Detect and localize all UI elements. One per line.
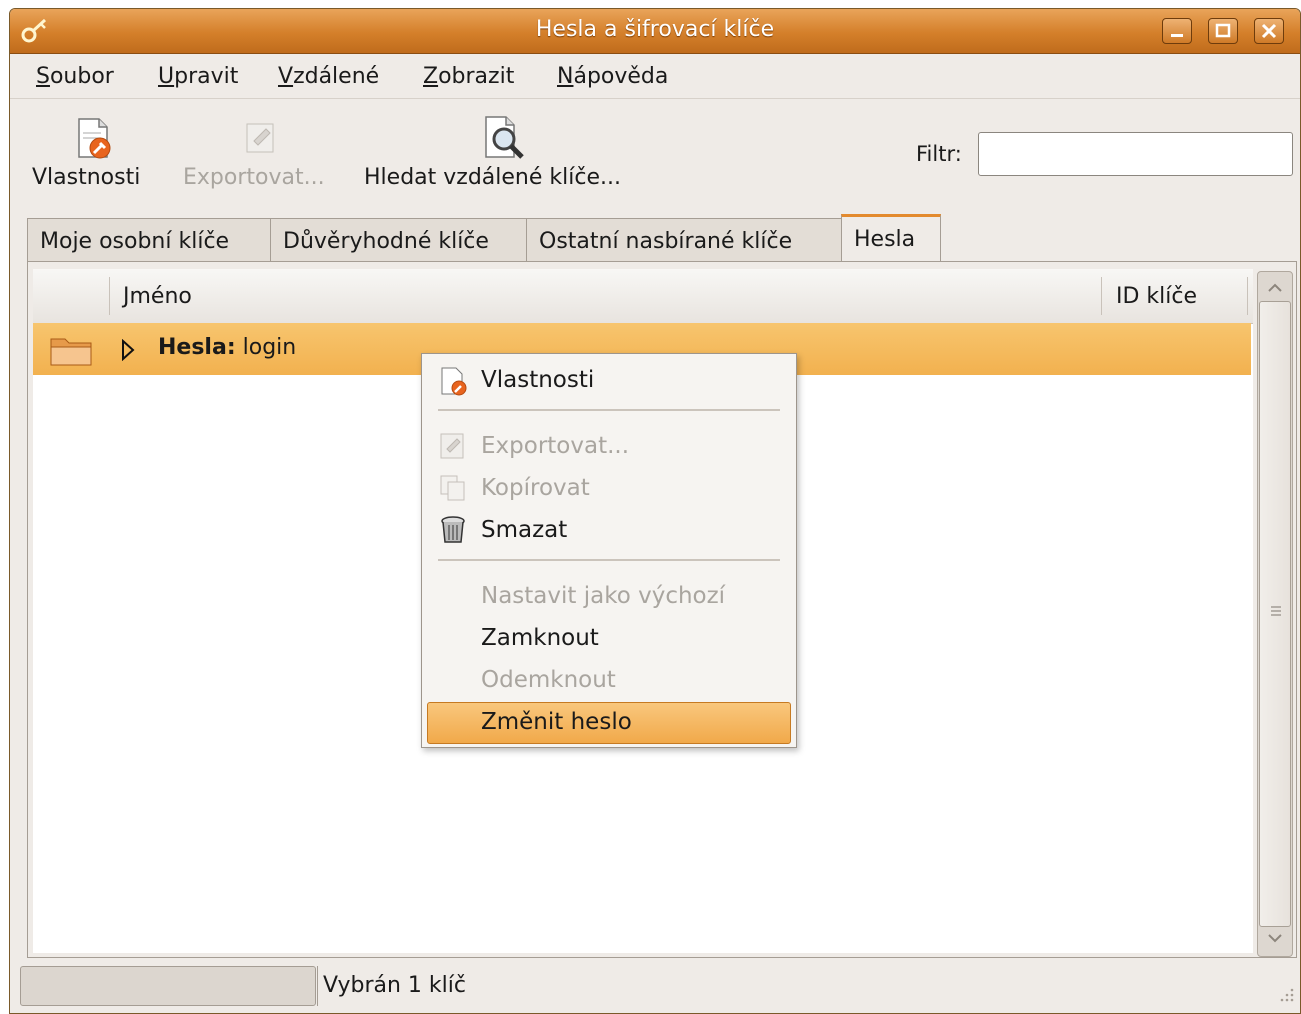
tab-other-keys[interactable]: Ostatní nasbírané klíče <box>526 218 842 262</box>
ctx-item-lock[interactable]: Zamknout <box>481 625 599 651</box>
menu-soubor[interactable]: Soubor <box>36 64 114 89</box>
ctx-item-change-password-label: Změnit heslo <box>481 709 632 735</box>
ctx-item-label: Smazat <box>481 517 568 543</box>
menu-upravit[interactable]: Upravit <box>158 64 238 89</box>
column-separator <box>1247 277 1248 315</box>
status-text: Vybrán 1 klíč <box>323 973 466 998</box>
ctx-item-copy[interactable]: Kopírovat <box>481 475 590 501</box>
menu-label: oubor <box>49 64 114 89</box>
column-header-name[interactable]: Jméno <box>123 284 192 309</box>
column-separator <box>1101 277 1102 315</box>
menu-bar: Soubor Upravit Vzdálené Zobrazit Nápověd… <box>10 54 1300 98</box>
column-header-key-id[interactable]: ID klíče <box>1116 284 1197 309</box>
resize-grip-icon[interactable] <box>1275 983 1295 1003</box>
export-icon <box>246 123 274 153</box>
ctx-item-properties[interactable]: Vlastnosti <box>481 367 594 393</box>
ctx-item-set-default[interactable]: Nastavit jako výchozí <box>481 583 725 609</box>
ctx-item-label: Vlastnosti <box>481 367 595 393</box>
status-separator <box>317 966 318 1006</box>
copy-icon <box>440 475 465 501</box>
menu-separator <box>438 409 780 411</box>
menu-label: obrazit <box>438 64 515 89</box>
close-icon <box>1261 23 1277 39</box>
ctx-item-label: Kopírovat <box>481 475 590 501</box>
menu-napoveda[interactable]: Nápověda <box>557 64 668 89</box>
ctx-item-label: Nastavit jako výchozí <box>481 583 726 609</box>
trash-icon <box>441 516 465 543</box>
tab-passwords[interactable]: Hesla <box>841 214 941 263</box>
progress-bar <box>20 966 316 1006</box>
folder-icon <box>50 338 92 366</box>
tab-label: Důvěryhodné klíče <box>283 229 489 254</box>
scrollbar-thumb[interactable] <box>1259 301 1291 927</box>
filter-input[interactable] <box>978 132 1293 176</box>
grip-icon <box>1271 606 1281 616</box>
column-separator <box>109 277 110 315</box>
export-icon <box>440 433 464 459</box>
tab-label: Ostatní nasbírané klíče <box>539 229 793 254</box>
ctx-item-unlock[interactable]: Odemknout <box>481 667 616 693</box>
minimize-icon <box>1171 34 1183 37</box>
keyring-type: Hesla: <box>158 335 236 360</box>
scroll-down-arrow-icon[interactable] <box>1266 932 1284 944</box>
ctx-item-label: Zamknout <box>481 625 599 651</box>
maximize-icon <box>1215 23 1231 38</box>
title-bar[interactable]: Hesla a šifrovací klíče <box>10 9 1300 54</box>
scroll-up-arrow-icon[interactable] <box>1266 282 1284 294</box>
tab-my-personal-keys[interactable]: Moje osobní klíče <box>27 218 271 262</box>
menu-label: zdálené <box>293 64 380 89</box>
tab-trusted-keys[interactable]: Důvěryhodné klíče <box>270 218 527 262</box>
properties-icon <box>441 367 467 396</box>
properties-icon <box>78 118 111 159</box>
menu-label: ápověda <box>573 64 669 89</box>
menu-separator <box>10 98 1300 99</box>
tab-label: Hesla <box>854 227 916 252</box>
close-button[interactable] <box>1254 18 1284 44</box>
window-title: Hesla a šifrovací klíče <box>535 17 775 42</box>
tab-label: Moje osobní klíče <box>40 229 230 254</box>
keyring-label: Hesla: login <box>158 335 296 360</box>
export-toolbar-label: Exportovat... <box>183 165 325 190</box>
ctx-item-delete[interactable]: Smazat <box>481 517 567 543</box>
column-header-row: Jméno ID klíče <box>33 269 1253 324</box>
context-menu: Vlastnosti Exportovat... Kopírovat Smaza… <box>421 353 797 748</box>
ctx-item-label: Exportovat... <box>481 433 630 459</box>
keyring-name: login <box>242 335 297 360</box>
search-remote-toolbar-label: Hledat vzdálené klíče... <box>364 165 621 190</box>
menu-separator <box>438 559 780 561</box>
menu-vzdalene[interactable]: Vzdálené <box>278 64 379 89</box>
ctx-item-label: Odemknout <box>481 667 616 693</box>
minimize-button[interactable] <box>1162 18 1192 44</box>
search-document-icon <box>485 116 524 159</box>
properties-toolbar-label: Vlastnosti <box>32 165 141 190</box>
expander-arrow-icon[interactable] <box>121 339 135 361</box>
filter-label: Filtr: <box>916 142 962 166</box>
menu-zobrazit[interactable]: Zobrazit <box>423 64 514 89</box>
menu-label: pravit <box>174 64 239 89</box>
maximize-button[interactable] <box>1208 18 1238 44</box>
ctx-item-export[interactable]: Exportovat... <box>481 433 629 459</box>
